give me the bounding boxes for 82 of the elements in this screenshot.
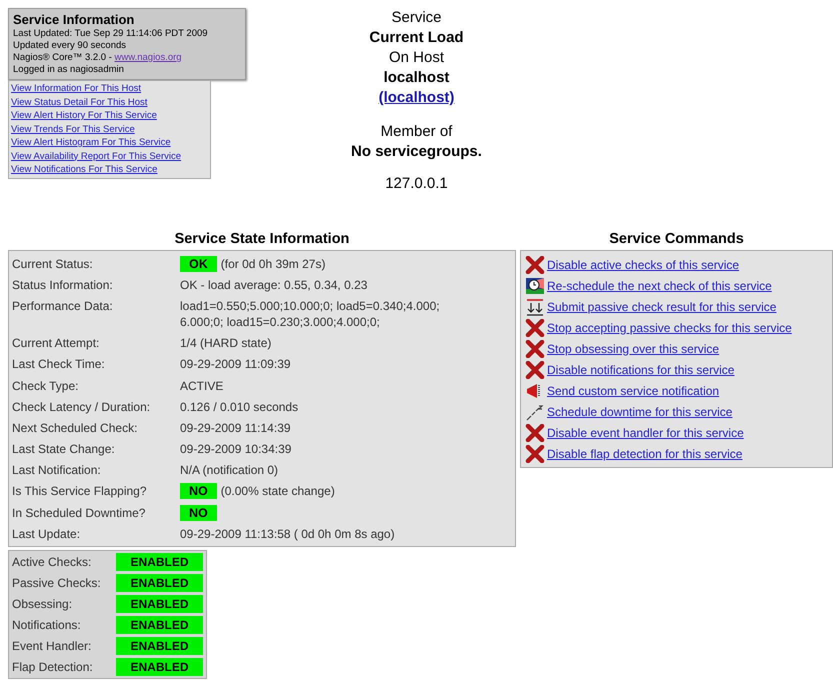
- info-text: Last Updated: Tue Sep 29 11:14:06 PDT 2009: [13, 28, 209, 40]
- section-title: Service State Information: [174, 230, 350, 248]
- status-badge: ENABLED: [116, 553, 203, 572]
- feature-label: Event Handler:: [12, 638, 92, 656]
- login-text: Logged in as nagiosadmin: [13, 64, 125, 76]
- feature-label: Notifications:: [12, 617, 82, 634]
- cross-icon: [525, 256, 545, 274]
- cross-icon: [525, 444, 545, 462]
- service-name: Current Load: [369, 28, 464, 48]
- row-value: N/A (notification 0): [180, 462, 278, 478]
- nav-link[interactable]: View Status Detail For This Host: [11, 96, 208, 109]
- panel-title: Service Information: [13, 12, 136, 28]
- cross-icon: [525, 318, 545, 336]
- command-link[interactable]: Disable active checks of this service: [547, 258, 740, 272]
- row-value: ACTIVE: [180, 378, 224, 394]
- row-label: Check Latency / Duration:: [12, 398, 152, 416]
- status-badge: ENABLED: [116, 574, 203, 592]
- row-value: 1/4 (HARD state): [180, 335, 272, 352]
- clock-icon: [525, 276, 545, 294]
- row-label: Performance Data:: [12, 298, 114, 315]
- nav-link[interactable]: View Alert History For This Service: [11, 109, 208, 122]
- command-link[interactable]: Re-schedule the next check of this service: [547, 278, 772, 292]
- row-value: (0.00% state change): [220, 483, 335, 500]
- host-address: 127.0.0.1: [385, 174, 448, 194]
- row-label: Next Scheduled Check:: [12, 420, 138, 437]
- servicegroups-text: No servicegroups.: [351, 142, 482, 162]
- status-badge: ENABLED: [116, 595, 203, 614]
- row-value: 09-29-2009 11:09:39: [180, 356, 291, 372]
- nav-link[interactable]: View Availability Report For This Service: [11, 150, 208, 163]
- command-link[interactable]: Schedule downtime for this service: [547, 404, 732, 418]
- cross-icon: [525, 360, 545, 378]
- nav-link[interactable]: View Alert Histogram For This Service: [11, 136, 208, 150]
- section-title: Service Commands: [609, 230, 744, 248]
- down-arrows-icon: [525, 298, 545, 316]
- sleep-icon: [525, 402, 545, 420]
- service-label: Service: [391, 8, 442, 28]
- row-label: Is This Service Flapping?: [12, 483, 148, 500]
- command-link[interactable]: Send custom service notification: [547, 384, 720, 398]
- feature-label: Active Checks:: [12, 554, 92, 572]
- status-badge: ENABLED: [116, 616, 203, 634]
- nav-link[interactable]: View Trends For This Service: [11, 122, 208, 136]
- status-badge: ENABLED: [116, 637, 203, 656]
- row-value: 09-29-2009 10:34:39: [180, 441, 292, 458]
- host-label: On Host: [388, 48, 444, 68]
- member-label: Member of: [380, 122, 452, 142]
- feature-label: Passive Checks:: [12, 575, 102, 592]
- command-link[interactable]: Disable flap detection for this service: [547, 446, 742, 460]
- command-link[interactable]: Stop obsessing over this service: [547, 342, 720, 356]
- status-badge: NO: [180, 483, 217, 500]
- row-value: load1=0.550;5.000;10.000;0; load5=0.340;4.000; 6.000;0; load15=0.230;3.000;4.000;0;: [180, 298, 441, 330]
- website-link[interactable]: www.nagios.org: [114, 52, 182, 63]
- status-badge: OK: [180, 256, 217, 272]
- row-label: Status Information:: [12, 276, 114, 294]
- status-badge: ENABLED: [116, 658, 203, 676]
- command-link[interactable]: Disable event handler for this service: [547, 426, 744, 440]
- info-text: Updated every 90 seconds: [13, 40, 128, 52]
- row-value: (for 0d 0h 39m 27s): [220, 256, 326, 272]
- status-badge: NO: [180, 504, 217, 521]
- row-label: Check Type:: [12, 378, 80, 395]
- row-label: Last Notification:: [12, 462, 102, 480]
- row-label: Current Attempt:: [12, 335, 100, 352]
- command-link[interactable]: Disable notifications for this service: [547, 362, 734, 376]
- nav-link[interactable]: View Notifications For This Service: [11, 163, 208, 176]
- row-label: In Scheduled Downtime?: [12, 504, 146, 522]
- command-link[interactable]: Stop accepting passive checks for this service: [547, 320, 792, 334]
- cross-icon: [525, 424, 545, 442]
- host-name: localhost: [384, 68, 450, 88]
- feature-label: Obsessing:: [12, 596, 74, 614]
- row-label: Last Check Time:: [12, 356, 106, 374]
- row-value: 09-29-2009 11:14:39: [180, 420, 291, 436]
- feature-label: Flap Detection:: [12, 659, 94, 676]
- command-link[interactable]: Submit passive check result for this service: [547, 300, 776, 314]
- nav-link[interactable]: View Information For This Host: [11, 82, 208, 96]
- row-label: Current Status:: [12, 256, 94, 273]
- row-value: 0.126 / 0.010 seconds: [180, 398, 298, 415]
- host-link[interactable]: (localhost): [378, 88, 454, 108]
- version-text: Nagios® Core™ 3.2.0 - www.nagios.org: [13, 52, 183, 64]
- row-label: Last State Change:: [12, 441, 116, 458]
- row-value: 09-29-2009 11:13:58 ( 0d 0h 0m 8s ago): [180, 526, 395, 542]
- row-label: Last Update:: [12, 526, 82, 543]
- cross-icon: [525, 340, 545, 358]
- row-value: OK - load average: 0.55, 0.34, 0.23: [180, 276, 368, 293]
